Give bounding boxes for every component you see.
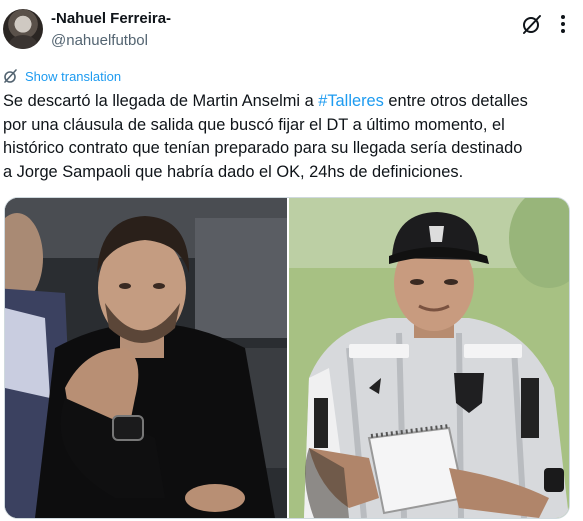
- show-translation-row[interactable]: Show translation: [3, 67, 121, 85]
- left-photo[interactable]: [5, 198, 287, 518]
- right-photo[interactable]: [289, 198, 569, 518]
- tweet-card: -Nahuel Ferreira- @nahuelfutbol Show tra…: [0, 0, 583, 521]
- author-avatar[interactable]: [3, 9, 43, 49]
- grok-icon[interactable]: [520, 12, 544, 36]
- show-translation-link[interactable]: Show translation: [25, 69, 121, 84]
- media-grid: [4, 197, 570, 519]
- right-photo-illustration: [289, 198, 569, 518]
- tweet-line-3: histórico contrato que tenían preparado …: [3, 139, 523, 157]
- tweet-text: Se descartó la llegada de Martin Anselmi…: [3, 90, 578, 184]
- tweet-line-1: Se descartó la llegada de Martin Anselmi…: [3, 90, 578, 114]
- more-icon[interactable]: [551, 12, 575, 36]
- author-handle[interactable]: @nahuelfutbol: [51, 32, 148, 50]
- tweet-line-1-end: entre otros detalles: [383, 92, 528, 110]
- tweet-line-2: por una cláusula de salida que buscó fij…: [3, 115, 505, 134]
- tweet-line-4: a Jorge Sampaoli que habría dado el OK, …: [3, 162, 464, 181]
- globe-icon: [4, 69, 17, 83]
- left-photo-illustration: [5, 198, 287, 518]
- author-display-name[interactable]: -Nahuel Ferreira-: [51, 10, 171, 28]
- tweet-line-1-start: Se descartó la llegada de Martin Anselmi…: [3, 92, 319, 110]
- hashtag-link[interactable]: #Talleres: [318, 92, 384, 110]
